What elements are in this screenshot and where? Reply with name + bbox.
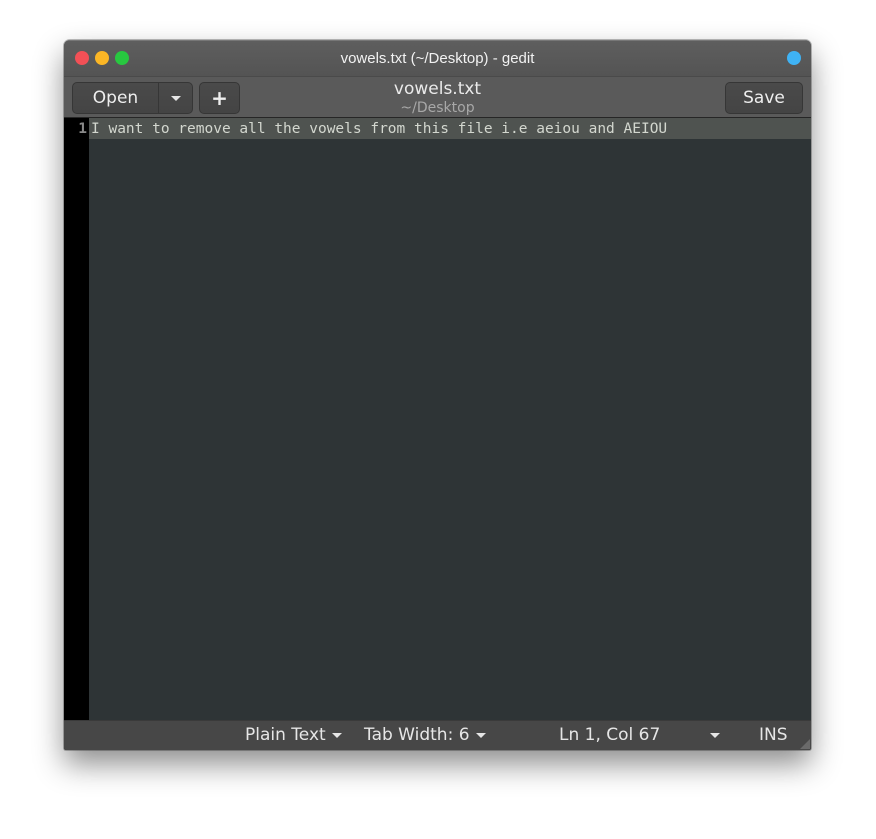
- chevron-down-icon: [331, 732, 342, 738]
- chevron-down-icon: [710, 733, 720, 738]
- document-path: ~/Desktop: [400, 100, 475, 116]
- cursor-position[interactable]: Ln 1, Col 67: [559, 725, 660, 745]
- line-number: 1: [78, 121, 87, 137]
- language-label: Plain Text: [245, 725, 326, 745]
- header-bar: Open + vowels.txt ~/Desktop Save: [64, 76, 811, 118]
- chevron-down-icon: [475, 732, 486, 738]
- status-indicator-icon: [787, 51, 801, 65]
- tab-width-label: Tab Width: 6: [364, 725, 470, 745]
- status-bar: Plain Text Tab Width: 6 Ln 1, Col 67 INS: [64, 720, 811, 750]
- text-line[interactable]: I want to remove all the vowels from thi…: [91, 121, 667, 137]
- position-menu-button[interactable]: [710, 733, 720, 738]
- text-editor[interactable]: 1 I want to remove all the vowels from t…: [64, 118, 811, 720]
- resize-grip[interactable]: [800, 739, 810, 749]
- save-button[interactable]: Save: [725, 82, 803, 114]
- insert-mode-indicator[interactable]: INS: [759, 725, 788, 745]
- document-title: vowels.txt: [393, 79, 482, 99]
- window-title: vowels.txt (~/Desktop) - gedit: [340, 50, 535, 67]
- line-number-gutter: 1: [64, 118, 89, 720]
- language-selector[interactable]: Plain Text: [245, 725, 342, 745]
- title-bar[interactable]: vowels.txt (~/Desktop) - gedit: [64, 40, 811, 76]
- gedit-window: vowels.txt (~/Desktop) - gedit Open + vo…: [64, 40, 811, 750]
- tab-width-selector[interactable]: Tab Width: 6: [364, 725, 486, 745]
